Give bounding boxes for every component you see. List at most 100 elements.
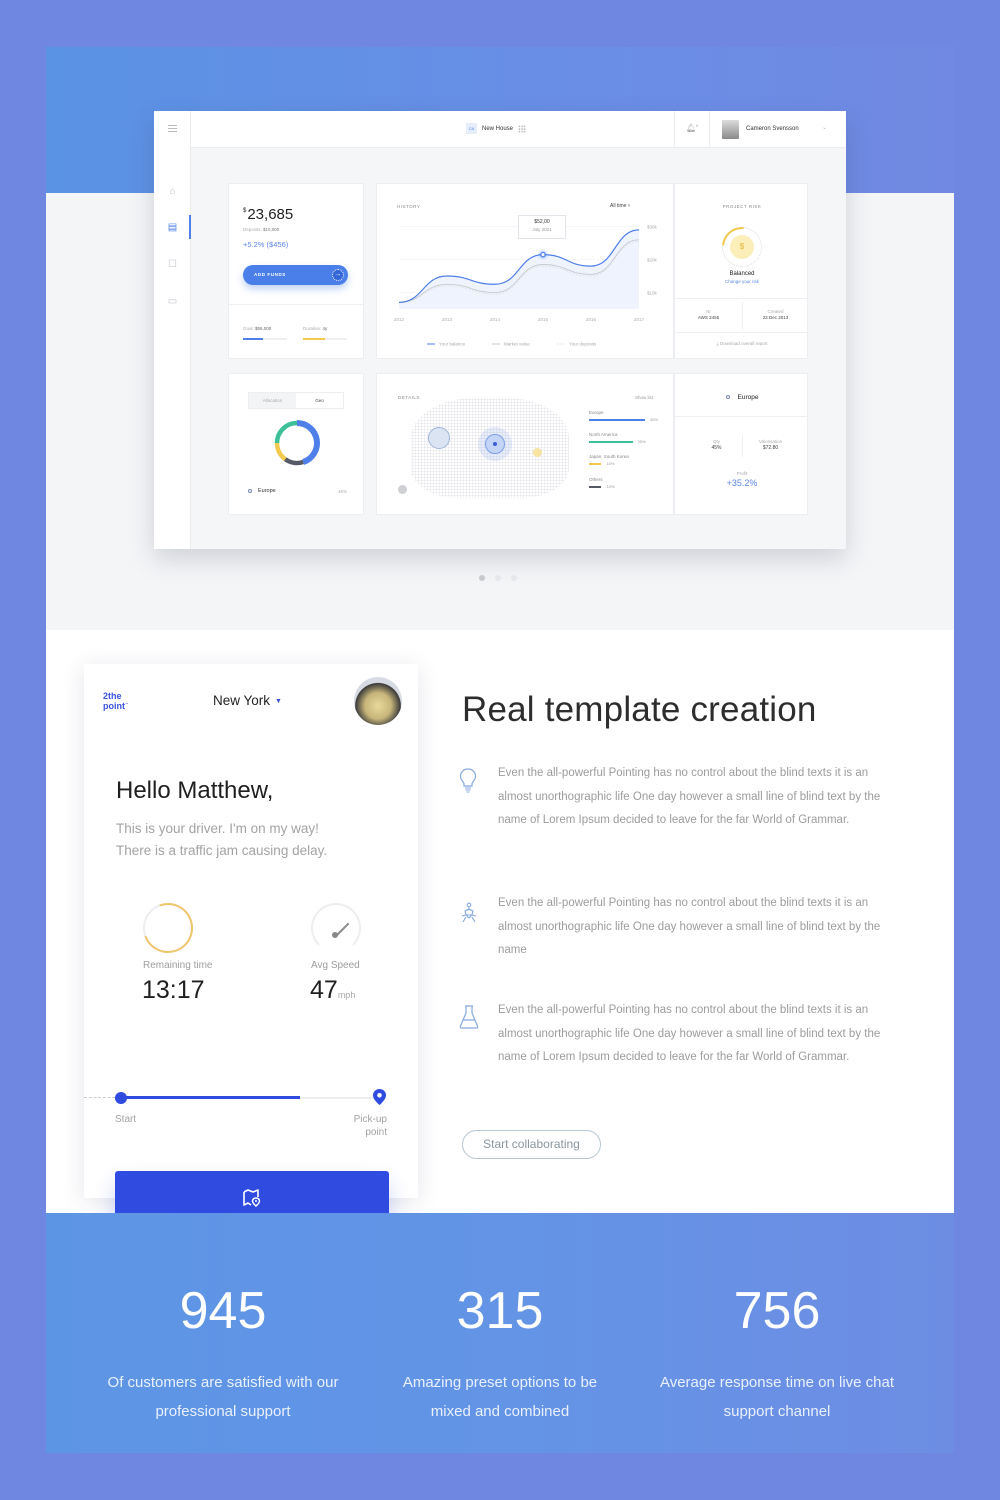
- user-name[interactable]: Cameron Svensson: [746, 126, 799, 132]
- dashboard-topbar: CA New House 🔔︎0 Cameron Svensson ⌄: [154, 111, 846, 148]
- feature-text: Even the all-powerful Pointing has no co…: [498, 1004, 881, 1063]
- arrow-right-icon: →: [332, 269, 344, 281]
- legend-region-bar: [589, 441, 633, 443]
- add-funds-button[interactable]: ADD FUNDS →: [243, 265, 348, 285]
- map-bubble-others[interactable]: [398, 485, 407, 494]
- goal-value: $55,000: [255, 326, 272, 331]
- project-selector[interactable]: CA New House: [466, 123, 527, 134]
- route-progress: [121, 1096, 301, 1099]
- history-chart: $10k $20k $30k 2012 2013 2014 2015 2016 2017 Your…: [394, 225, 658, 347]
- carousel-dots: [479, 575, 517, 581]
- donut-segment-others[interactable]: [283, 457, 304, 466]
- change-risk-link[interactable]: Change your risk: [675, 279, 809, 284]
- download-label: Download overall report: [719, 341, 768, 346]
- bell-icon: 🔔︎: [686, 123, 697, 133]
- driver-message: This is your driver. I'm on my way! There…: [116, 818, 327, 862]
- stat-description: Of customers are satisfied with our profe…: [83, 1368, 363, 1426]
- carousel-dot[interactable]: [511, 575, 517, 581]
- goal: Goal: $55,000: [243, 326, 271, 331]
- x-tick-label: 2013: [442, 317, 453, 322]
- y-tick-label: $20k: [647, 258, 658, 263]
- valorisation-label: Valorisation: [758, 439, 783, 444]
- stat-line: Average response time on live chat: [659, 1374, 895, 1391]
- tab-allocation[interactable]: Allocation: [249, 393, 296, 408]
- tab-geo[interactable]: Geo: [296, 393, 343, 408]
- speedometer-hub: [332, 932, 338, 938]
- stat-line: support channel: [723, 1403, 831, 1420]
- allocation-tabs: Allocation Geo: [248, 392, 344, 409]
- region-dot-icon: [248, 488, 252, 493]
- start-collaborating-button[interactable]: Start collaborating: [462, 1130, 601, 1159]
- y-tick-label: $30k: [647, 225, 658, 230]
- details-title: DETAILS: [398, 395, 420, 400]
- user-avatar[interactable]: [354, 677, 402, 725]
- project-badge: CA: [466, 123, 477, 134]
- stat-line: mixed and combined: [430, 1403, 570, 1420]
- goal-progress: [243, 338, 287, 340]
- legend-region-bar: [589, 486, 602, 488]
- stat-description: Amazing preset options to be mixed and co…: [360, 1368, 640, 1426]
- carousel-dot[interactable]: [495, 575, 501, 581]
- dollar-coin-icon: $: [730, 235, 754, 259]
- stat-number: 315: [456, 1282, 544, 1340]
- logo-line-1: 2the: [103, 691, 122, 701]
- message-line: There is a traffic jam causing delay.: [116, 843, 328, 858]
- duration-progress-fill: [303, 338, 325, 340]
- folder-icon[interactable]: ▭: [167, 296, 178, 307]
- chevron-down-icon[interactable]: ⌄: [822, 124, 827, 131]
- menu-icon[interactable]: [168, 125, 177, 134]
- balance-amount: $23,685: [243, 206, 293, 223]
- range-dropdown[interactable]: All time ▾: [610, 203, 630, 209]
- city-selector[interactable]: New York ▼: [213, 693, 282, 708]
- legend-region-name: Europe: [589, 410, 604, 415]
- deposits-label: Deposits:: [243, 227, 262, 232]
- download-report-link[interactable]: ⤓ Download overall report: [675, 341, 809, 346]
- map-bubble-europe-center: [493, 442, 497, 446]
- history-title: HISTORY: [397, 204, 421, 209]
- stat-line: professional support: [155, 1403, 291, 1420]
- highlight-point: [540, 251, 546, 258]
- donut-segment-europe[interactable]: [296, 420, 320, 465]
- home-icon[interactable]: ⌂: [167, 186, 178, 197]
- speed-unit: mph: [337, 990, 356, 1000]
- export-icon[interactable]: ☐: [167, 259, 178, 270]
- currency-symbol: $: [243, 208, 247, 214]
- details-card: DETAILS Show list Europe 45% North America…: [376, 373, 674, 515]
- europe-title: Europe: [737, 394, 759, 401]
- user-avatar[interactable]: [722, 120, 739, 139]
- history-card: $10k $20k $30k 2012 2013 2014 2015 2016 2017 Your…: [376, 183, 674, 359]
- avg-speed: 47mph: [310, 976, 355, 1005]
- chart-tooltip: $52,00 July 2021: [518, 215, 566, 239]
- stat-description: Average response time on live chat suppor…: [637, 1368, 917, 1426]
- dashboard-sidebar: ⌂ ▤ ☐ ▭: [154, 111, 191, 549]
- remaining-time-progress: [134, 894, 202, 962]
- carousel-dot[interactable]: [479, 575, 485, 581]
- goal-progress-fill: [243, 338, 263, 340]
- balance-change: +5.2% ($456): [243, 240, 289, 249]
- duration-label: Duration:: [303, 326, 322, 331]
- notification-bell[interactable]: 🔔︎0: [686, 123, 698, 133]
- region-name: Europe: [258, 488, 276, 494]
- legend-label: Your balance: [439, 342, 466, 347]
- feature-text: Even the all-powerful Pointing has no co…: [498, 897, 881, 956]
- greeting: Hello Matthew,: [116, 777, 274, 804]
- stat-number: 945: [179, 1282, 267, 1340]
- project-name: New House: [482, 125, 514, 132]
- donut-segment-north-america[interactable]: [274, 420, 298, 444]
- donut-segment-japan-south-korea[interactable]: [274, 442, 287, 461]
- region-dot-icon: [725, 395, 730, 400]
- map-bubble-north-america[interactable]: [428, 427, 450, 449]
- goal-label: Goal:: [243, 326, 254, 331]
- wallet-icon[interactable]: ▤: [167, 222, 178, 233]
- app-logo: 2the point™: [103, 691, 128, 711]
- map-bubble-asia[interactable]: [533, 448, 542, 457]
- allocation-donut: [274, 420, 320, 466]
- apps-grid-icon[interactable]: [518, 124, 527, 133]
- range-value: All time: [610, 203, 627, 209]
- show-list-link[interactable]: Show list: [635, 395, 653, 400]
- remaining-time-value: 13:17: [142, 976, 205, 1004]
- download-icon: ⤓: [716, 341, 719, 346]
- location-pin-icon: [373, 1089, 386, 1108]
- region-pct: 45%: [337, 489, 347, 494]
- deposits: Deposits: $10,000: [243, 227, 279, 232]
